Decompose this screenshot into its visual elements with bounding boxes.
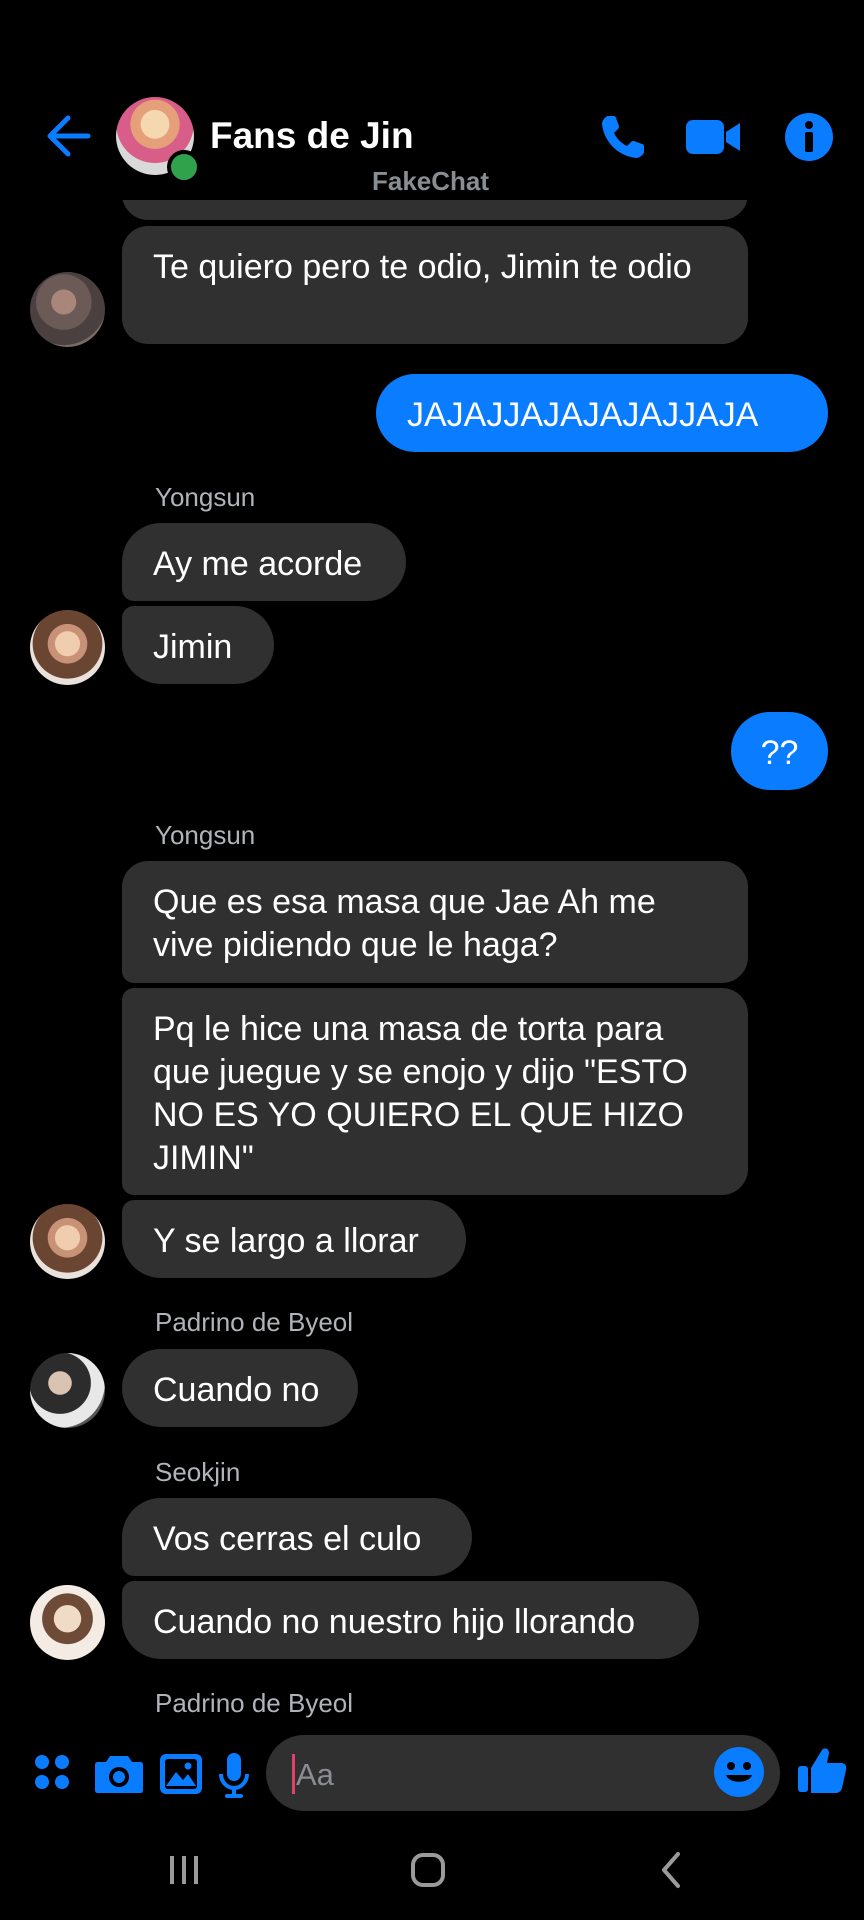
- message-text: Cuando no nuestro hijo llorando: [153, 1603, 636, 1641]
- watermark: FakeChat: [372, 166, 490, 196]
- message-text: Te quiero pero te odio, Jimin te odio: [153, 248, 692, 286]
- message-input[interactable]: [266, 1735, 780, 1811]
- microphone-icon[interactable]: [218, 1752, 250, 1798]
- message-bubble[interactable]: Cuando no: [122, 1349, 358, 1427]
- message-bubble[interactable]: Cuando no nuestro hijo llorando: [122, 1581, 699, 1659]
- message-bubble-sent[interactable]: JAJAJJAJAJAJAJJAJA: [376, 374, 828, 452]
- sender-name: Yongsun: [155, 482, 256, 512]
- phone-icon[interactable]: [596, 110, 650, 164]
- message-text: Que es esa masa que Jae Ah me vive pidie…: [153, 883, 656, 964]
- message-text: Cuando no: [153, 1371, 320, 1409]
- home-icon[interactable]: [408, 1850, 448, 1890]
- sender-name: Seokjin: [155, 1457, 241, 1487]
- camera-icon[interactable]: [94, 1752, 144, 1794]
- message-bubble[interactable]: Y se largo a llorar: [122, 1200, 466, 1278]
- message-text: Ay me acorde: [153, 545, 363, 583]
- sender-name: Padrino de Byeol: [155, 1688, 354, 1718]
- avatar[interactable]: [30, 1204, 105, 1279]
- sender-name: Padrino de Byeol: [155, 1307, 354, 1337]
- back-arrow-icon[interactable]: [38, 108, 94, 164]
- recents-icon[interactable]: [164, 1850, 204, 1890]
- message-text: Vos cerras el culo: [153, 1520, 422, 1558]
- thumbs-up-icon[interactable]: [796, 1744, 848, 1796]
- chat-title[interactable]: Fans de Jin: [210, 115, 414, 157]
- video-camera-icon[interactable]: [684, 110, 742, 164]
- gallery-icon[interactable]: [158, 1752, 204, 1796]
- chat-header: Fans de Jin FakeChat: [0, 0, 864, 200]
- avatar[interactable]: [30, 1585, 105, 1660]
- info-icon[interactable]: [782, 110, 836, 164]
- emoji-icon[interactable]: [713, 1746, 765, 1798]
- avatar[interactable]: [30, 610, 105, 685]
- message-text: Jimin: [153, 628, 233, 666]
- message-bubble[interactable]: Pq le hice una masa de torta para que ju…: [122, 988, 748, 1195]
- online-indicator: [167, 150, 201, 184]
- message-text: JAJAJJAJAJAJAJJAJA: [407, 396, 759, 434]
- menu-dots-icon[interactable]: [32, 1752, 72, 1792]
- message-bubble[interactable]: Que es esa masa que Jae Ah me vive pidie…: [122, 861, 748, 983]
- message-input-placeholder: Aa: [296, 1757, 334, 1792]
- message-bubble[interactable]: Ay me acorde: [122, 523, 406, 601]
- avatar[interactable]: [30, 1353, 105, 1428]
- message-text: ??: [760, 734, 799, 772]
- back-icon[interactable]: [652, 1850, 692, 1890]
- message-text: Y se largo a llorar: [153, 1222, 419, 1260]
- system-nav-bar: [0, 1820, 864, 1920]
- message-bubble[interactable]: Vos cerras el culo: [122, 1498, 472, 1576]
- avatar[interactable]: [30, 272, 105, 347]
- message-bubble-sent[interactable]: ??: [731, 712, 828, 790]
- message-bubble[interactable]: Te quiero pero te odio, Jimin te odio: [122, 226, 748, 344]
- sender-name: Yongsun: [155, 820, 256, 850]
- message-text: Pq le hice una masa de torta para que ju…: [153, 1010, 689, 1177]
- message-bubble[interactable]: Jimin: [122, 606, 274, 684]
- text-caret: [292, 1754, 295, 1794]
